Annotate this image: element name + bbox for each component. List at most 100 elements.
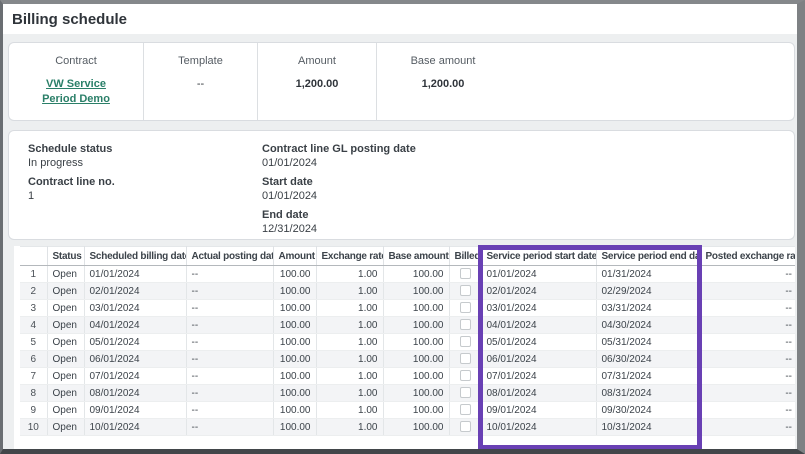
end-date-value: 12/31/2024	[262, 223, 416, 236]
col-header-service_period_start_date: Service period start date	[481, 247, 596, 266]
cell-scheduled_billing_date: 01/01/2024	[84, 266, 186, 283]
cell-scheduled_billing_date: 08/01/2024	[84, 385, 186, 402]
cell-actual_posting_date: --	[186, 419, 273, 436]
cell-row-number: 3	[20, 300, 47, 317]
cell-scheduled_billing_date: 05/01/2024	[84, 334, 186, 351]
cell-billed	[449, 351, 481, 368]
cell-exchange_rate: 1.00	[316, 351, 383, 368]
billed-checkbox[interactable]	[460, 319, 471, 330]
cell-posted_exchange_rate: --	[700, 283, 795, 300]
table-row: 1Open01/01/2024--100.001.00100.0001/01/2…	[20, 266, 795, 283]
cell-billed	[449, 368, 481, 385]
summary-card: Contract VW Service Period Demo Template…	[8, 42, 795, 121]
schedule-status-value: In progress	[28, 157, 115, 170]
start-date-field: Start date 01/01/2024	[262, 176, 416, 203]
cell-row-number: 4	[20, 317, 47, 334]
cell-scheduled_billing_date: 02/01/2024	[84, 283, 186, 300]
col-header-base_amount: Base amount	[383, 247, 449, 266]
cell-billed	[449, 419, 481, 436]
cell-status: Open	[47, 266, 84, 283]
cell-base_amount: 100.00	[383, 283, 449, 300]
billed-checkbox[interactable]	[460, 302, 471, 313]
cell-actual_posting_date: --	[186, 266, 273, 283]
cell-row-number: 5	[20, 334, 47, 351]
billed-checkbox[interactable]	[460, 387, 471, 398]
cell-amount: 100.00	[273, 266, 316, 283]
cell-service_period_start_date: 03/01/2024	[481, 300, 596, 317]
start-date-label: Start date	[262, 176, 416, 189]
summary-col-amount: Amount 1,200.00	[258, 43, 377, 120]
billed-checkbox[interactable]	[460, 353, 471, 364]
cell-exchange_rate: 1.00	[316, 385, 383, 402]
cell-service_period_end_date: 06/30/2024	[596, 351, 700, 368]
cell-posted_exchange_rate: --	[700, 266, 795, 283]
cell-service_period_start_date: 07/01/2024	[481, 368, 596, 385]
details-left-group: Schedule status In progress Contract lin…	[28, 143, 115, 209]
cell-service_period_start_date: 04/01/2024	[481, 317, 596, 334]
start-date-value: 01/01/2024	[262, 190, 416, 203]
cell-status: Open	[47, 300, 84, 317]
cell-billed	[449, 334, 481, 351]
cell-exchange_rate: 1.00	[316, 283, 383, 300]
table-row: 8Open08/01/2024--100.001.00100.0008/01/2…	[20, 385, 795, 402]
gl-posting-date-value: 01/01/2024	[262, 157, 416, 170]
cell-base_amount: 100.00	[383, 419, 449, 436]
cell-base_amount: 100.00	[383, 317, 449, 334]
cell-amount: 100.00	[273, 317, 316, 334]
cell-base_amount: 100.00	[383, 402, 449, 419]
cell-amount: 100.00	[273, 402, 316, 419]
cell-status: Open	[47, 385, 84, 402]
cell-posted_exchange_rate: --	[700, 419, 795, 436]
cell-service_period_end_date: 04/30/2024	[596, 317, 700, 334]
billed-checkbox[interactable]	[460, 404, 471, 415]
cell-actual_posting_date: --	[186, 368, 273, 385]
table-row: 6Open06/01/2024--100.001.00100.0006/01/2…	[20, 351, 795, 368]
contract-line-no-label: Contract line no.	[28, 176, 115, 189]
col-header-amount: Amount	[273, 247, 316, 266]
cell-row-number: 10	[20, 419, 47, 436]
cell-actual_posting_date: --	[186, 385, 273, 402]
contract-label: Contract	[9, 55, 143, 67]
details-card: Schedule status In progress Contract lin…	[8, 130, 795, 240]
contract-link-line-1: VW Service	[9, 77, 143, 92]
cell-service_period_end_date: 01/31/2024	[596, 266, 700, 283]
cell-service_period_end_date: 08/31/2024	[596, 385, 700, 402]
cell-amount: 100.00	[273, 351, 316, 368]
cell-status: Open	[47, 334, 84, 351]
billed-checkbox[interactable]	[460, 370, 471, 381]
cell-amount: 100.00	[273, 334, 316, 351]
col-header-row-number	[20, 247, 47, 266]
col-header-service_period_end_date: Service period end date	[596, 247, 700, 266]
template-value: --	[144, 78, 257, 90]
cell-base_amount: 100.00	[383, 351, 449, 368]
cell-exchange_rate: 1.00	[316, 402, 383, 419]
col-header-exchange_rate: Exchange rate	[316, 247, 383, 266]
table-row: 2Open02/01/2024--100.001.00100.0002/01/2…	[20, 283, 795, 300]
cell-service_period_end_date: 05/31/2024	[596, 334, 700, 351]
billed-checkbox[interactable]	[460, 268, 471, 279]
cell-billed	[449, 317, 481, 334]
contract-link[interactable]: VW Service Period Demo	[9, 77, 143, 107]
cell-posted_exchange_rate: --	[700, 385, 795, 402]
billed-checkbox[interactable]	[460, 421, 471, 432]
cell-scheduled_billing_date: 03/01/2024	[84, 300, 186, 317]
cell-base_amount: 100.00	[383, 368, 449, 385]
billed-checkbox[interactable]	[460, 285, 471, 296]
col-header-scheduled_billing_date: Scheduled billing date	[84, 247, 186, 266]
details-right-group: Contract line GL posting date 01/01/2024…	[262, 143, 416, 242]
cell-base_amount: 100.00	[383, 385, 449, 402]
table-row: 3Open03/01/2024--100.001.00100.0003/01/2…	[20, 300, 795, 317]
cell-amount: 100.00	[273, 385, 316, 402]
cell-status: Open	[47, 283, 84, 300]
summary-col-base-amount: Base amount 1,200.00	[377, 43, 509, 120]
table-header-row: StatusScheduled billing dateActual posti…	[20, 247, 795, 266]
table-row: 5Open05/01/2024--100.001.00100.0005/01/2…	[20, 334, 795, 351]
cell-scheduled_billing_date: 04/01/2024	[84, 317, 186, 334]
cell-base_amount: 100.00	[383, 266, 449, 283]
template-label: Template	[144, 55, 257, 67]
billed-checkbox[interactable]	[460, 336, 471, 347]
cell-exchange_rate: 1.00	[316, 266, 383, 283]
schedule-status-field: Schedule status In progress	[28, 143, 115, 170]
col-header-actual_posting_date: Actual posting date	[186, 247, 273, 266]
cell-service_period_start_date: 10/01/2024	[481, 419, 596, 436]
